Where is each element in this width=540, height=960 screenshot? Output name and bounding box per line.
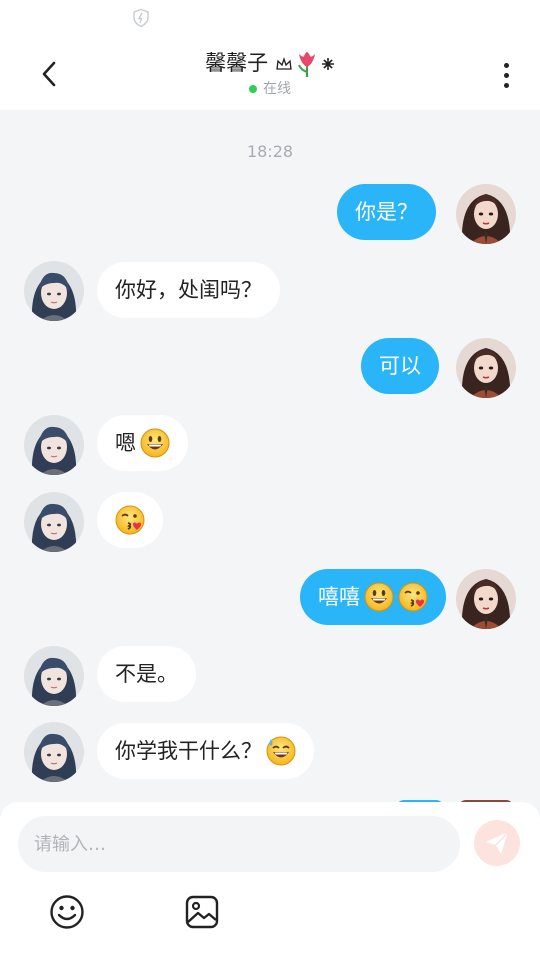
emoji-icon <box>50 895 84 929</box>
more-vertical-icon-dot <box>503 72 509 78</box>
contact-info[interactable]: 馨馨子 在线 <box>120 48 420 98</box>
outgoing-message-bubble[interactable]: 你是？ <box>337 184 436 240</box>
outgoing-message-bubble[interactable]: 可以 <box>361 338 439 394</box>
my-avatar[interactable] <box>456 338 516 398</box>
kiss-emoji-icon <box>398 582 428 612</box>
image-icon <box>185 895 219 929</box>
send-button[interactable] <box>474 820 520 866</box>
emoji-button[interactable] <box>49 894 85 930</box>
my-avatar[interactable] <box>456 184 516 244</box>
message-text: 不是。 <box>115 662 178 686</box>
incoming-message-bubble[interactable]: 嗯 <box>97 415 188 471</box>
back-button[interactable] <box>32 56 66 92</box>
message-text: 你学我干什么？ <box>115 739 262 763</box>
online-dot-icon <box>249 85 257 93</box>
message-text: 你是？ <box>355 200 418 224</box>
smile-emoji-icon <box>364 582 394 612</box>
status-bar <box>0 0 540 40</box>
crown-decoration-icon <box>276 56 292 70</box>
composer-panel <box>0 802 540 960</box>
incoming-message-bubble[interactable]: 不是。 <box>97 646 196 702</box>
message-input[interactable] <box>18 816 460 872</box>
chat-header: 馨馨子 在线 <box>0 40 540 110</box>
incoming-message-bubble[interactable] <box>97 492 163 548</box>
message-text: 嘻嘻 <box>318 585 360 609</box>
shield-icon <box>133 8 149 28</box>
smile-emoji-icon <box>140 428 170 458</box>
more-vertical-icon-dot <box>503 62 509 68</box>
contact-avatar[interactable] <box>24 415 84 475</box>
contact-avatar[interactable] <box>24 722 84 782</box>
message-timestamp: 18:28 <box>246 142 294 161</box>
contact-avatar[interactable] <box>24 261 84 321</box>
message-text: 可以 <box>379 354 421 378</box>
incoming-message-bubble[interactable]: 你好，处闺吗？ <box>97 262 280 318</box>
contact-avatar[interactable] <box>24 492 84 552</box>
message-text: 嗯 <box>115 431 136 455</box>
chevron-left-icon <box>42 61 56 87</box>
contact-avatar[interactable] <box>24 646 84 706</box>
send-icon <box>486 831 509 854</box>
message-text: 你好，处闺吗？ <box>115 278 262 302</box>
my-avatar[interactable] <box>456 569 516 629</box>
sweat-smile-emoji-icon <box>266 736 296 766</box>
outgoing-message-bubble[interactable]: 嘻嘻 <box>300 569 446 625</box>
online-status-text: 在线 <box>263 81 291 97</box>
incoming-message-bubble[interactable]: 你学我干什么？ <box>97 723 314 779</box>
contact-name-text: 馨馨子 <box>205 51 269 75</box>
more-vertical-icon-dot <box>503 82 509 88</box>
online-status: 在线 <box>249 80 291 98</box>
tulip-decoration-icon <box>297 52 315 77</box>
sparkle-decoration-icon <box>321 58 334 70</box>
contact-name: 馨馨子 <box>120 48 420 78</box>
more-options-button[interactable] <box>494 58 518 92</box>
image-button[interactable] <box>184 894 220 930</box>
kiss-emoji-icon <box>115 505 145 535</box>
